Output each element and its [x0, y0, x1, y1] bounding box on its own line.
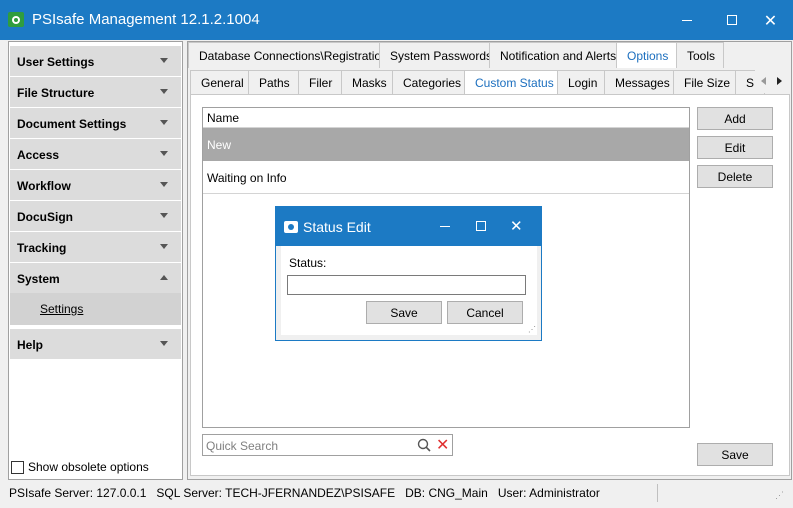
tab-scroll-right-button[interactable]	[771, 69, 787, 93]
chevron-down-icon	[160, 151, 168, 156]
tab-file-size[interactable]: File Size	[673, 70, 736, 95]
sidebar-group-label: Workflow	[17, 179, 71, 193]
window-resize-grip-icon[interactable]: ⋰	[775, 490, 784, 501]
tab-filer[interactable]: Filer	[298, 70, 342, 95]
dialog-title-bar: Status Edit ✕	[276, 207, 541, 246]
dialog-close-icon[interactable]: ✕	[510, 217, 523, 235]
list-item[interactable]: Waiting on Info	[203, 161, 689, 194]
tab-notification-and-alerts[interactable]: Notification and Alerts	[489, 42, 617, 68]
dialog-title: Status Edit	[303, 219, 371, 235]
list-item[interactable]: New	[203, 128, 689, 161]
resize-grip-icon[interactable]: ⋰	[528, 326, 536, 334]
dialog-cancel-button[interactable]: Cancel	[447, 301, 523, 324]
dialog-maximize-icon[interactable]	[476, 221, 486, 231]
show-obsolete-checkbox[interactable]	[11, 460, 24, 474]
sidebar-group-help[interactable]: Help	[10, 329, 181, 359]
sidebar-item-settings[interactable]: Settings	[40, 302, 83, 316]
tab-database-connections[interactable]: Database Connections\Registration	[188, 42, 388, 68]
chevron-down-icon	[160, 341, 168, 346]
chevron-left-icon	[760, 77, 766, 85]
close-icon: ✕	[763, 10, 778, 30]
dialog-minimize-icon[interactable]	[440, 226, 450, 227]
sidebar-group-user-settings[interactable]: User Settings	[10, 46, 181, 76]
quick-search[interactable]: Quick Search ✕	[202, 434, 453, 456]
minimize-icon	[681, 19, 692, 21]
sidebar-group-workflow[interactable]: Workflow	[10, 170, 181, 200]
close-button[interactable]: ✕	[748, 0, 793, 40]
sidebar-group-label: System	[17, 272, 60, 286]
tab-options[interactable]: Options	[616, 42, 677, 68]
tab-general[interactable]: General	[190, 70, 249, 95]
sidebar-group-label: DocuSign	[17, 210, 73, 224]
sidebar: User Settings File Structure Document Se…	[8, 41, 183, 480]
tab-scroll-buttons	[755, 69, 787, 93]
title-bar: PSIsafe Management 12.1.2.1004 ✕	[0, 0, 793, 40]
tab-scroll-left-button[interactable]	[755, 69, 771, 93]
search-placeholder: Quick Search	[206, 439, 279, 453]
sidebar-group-label: Help	[17, 338, 44, 352]
dialog-save-button[interactable]: Save	[366, 301, 442, 324]
chevron-right-icon	[776, 77, 782, 85]
edit-button[interactable]: Edit	[697, 136, 773, 159]
sidebar-subpanel-system: Settings	[10, 293, 181, 325]
chevron-down-icon	[160, 89, 168, 94]
show-obsolete-label: Show obsolete options	[28, 460, 149, 474]
chevron-down-icon	[160, 58, 168, 63]
tab-tools[interactable]: Tools	[676, 42, 724, 68]
sidebar-group-document-settings[interactable]: Document Settings	[10, 108, 181, 138]
sidebar-group-label: Tracking	[17, 241, 67, 255]
tab-categories[interactable]: Categories	[392, 70, 465, 95]
sidebar-group-label: Access	[17, 148, 60, 162]
save-button[interactable]: Save	[697, 443, 773, 466]
tab-paths[interactable]: Paths	[248, 70, 299, 95]
column-header-label: Name	[207, 111, 240, 125]
top-tab-strip: Database Connections\Registration System…	[188, 42, 724, 68]
sidebar-group-label: File Structure	[17, 86, 95, 100]
add-button[interactable]: Add	[697, 107, 773, 130]
sidebar-group-access[interactable]: Access	[10, 139, 181, 169]
minimize-button[interactable]	[664, 0, 709, 40]
tab-custom-status[interactable]: Custom Status	[464, 70, 558, 95]
show-obsolete-option[interactable]: Show obsolete options	[11, 460, 149, 474]
column-header-name[interactable]: Name	[203, 108, 689, 128]
search-icon[interactable]	[417, 438, 431, 452]
tab-login[interactable]: Login	[557, 70, 605, 95]
sub-tab-strip: General Paths Filer Masks Categories Cus…	[190, 70, 774, 96]
dialog-camera-icon	[284, 221, 298, 233]
delete-button[interactable]: Delete	[697, 165, 773, 188]
app-camera-icon	[8, 12, 24, 27]
list-item-label: New	[207, 138, 232, 152]
status-field[interactable]	[287, 275, 526, 295]
maximize-icon	[726, 15, 737, 25]
status-separator	[657, 484, 658, 502]
window-title: PSIsafe Management 12.1.2.1004	[32, 11, 260, 28]
chevron-down-icon	[160, 213, 168, 218]
status-edit-dialog: Status Edit ✕ Status: Save Cancel ⋰	[275, 206, 542, 341]
sidebar-group-file-structure[interactable]: File Structure	[10, 77, 181, 107]
tab-messages[interactable]: Messages	[604, 70, 674, 95]
chevron-down-icon	[160, 244, 168, 249]
sidebar-group-label: Document Settings	[17, 117, 127, 131]
connection-status-text: PSIsafe Server: 127.0.0.1 SQL Server: TE…	[9, 486, 600, 500]
sidebar-group-label: User Settings	[17, 55, 95, 69]
clear-search-icon[interactable]: ✕	[436, 437, 449, 453]
sidebar-group-tracking[interactable]: Tracking	[10, 232, 181, 262]
status-bar: PSIsafe Server: 127.0.0.1 SQL Server: TE…	[0, 482, 793, 508]
list-item-label: Waiting on Info	[207, 171, 287, 185]
chevron-down-icon	[160, 182, 168, 187]
sidebar-group-system[interactable]: System	[10, 263, 181, 293]
tab-system-passwords[interactable]: System Passwords	[379, 42, 492, 68]
status-field-label: Status:	[289, 256, 327, 270]
sidebar-group-docusign[interactable]: DocuSign	[10, 201, 181, 231]
chevron-up-icon	[160, 275, 168, 280]
chevron-down-icon	[160, 120, 168, 125]
tab-masks[interactable]: Masks	[341, 70, 393, 95]
